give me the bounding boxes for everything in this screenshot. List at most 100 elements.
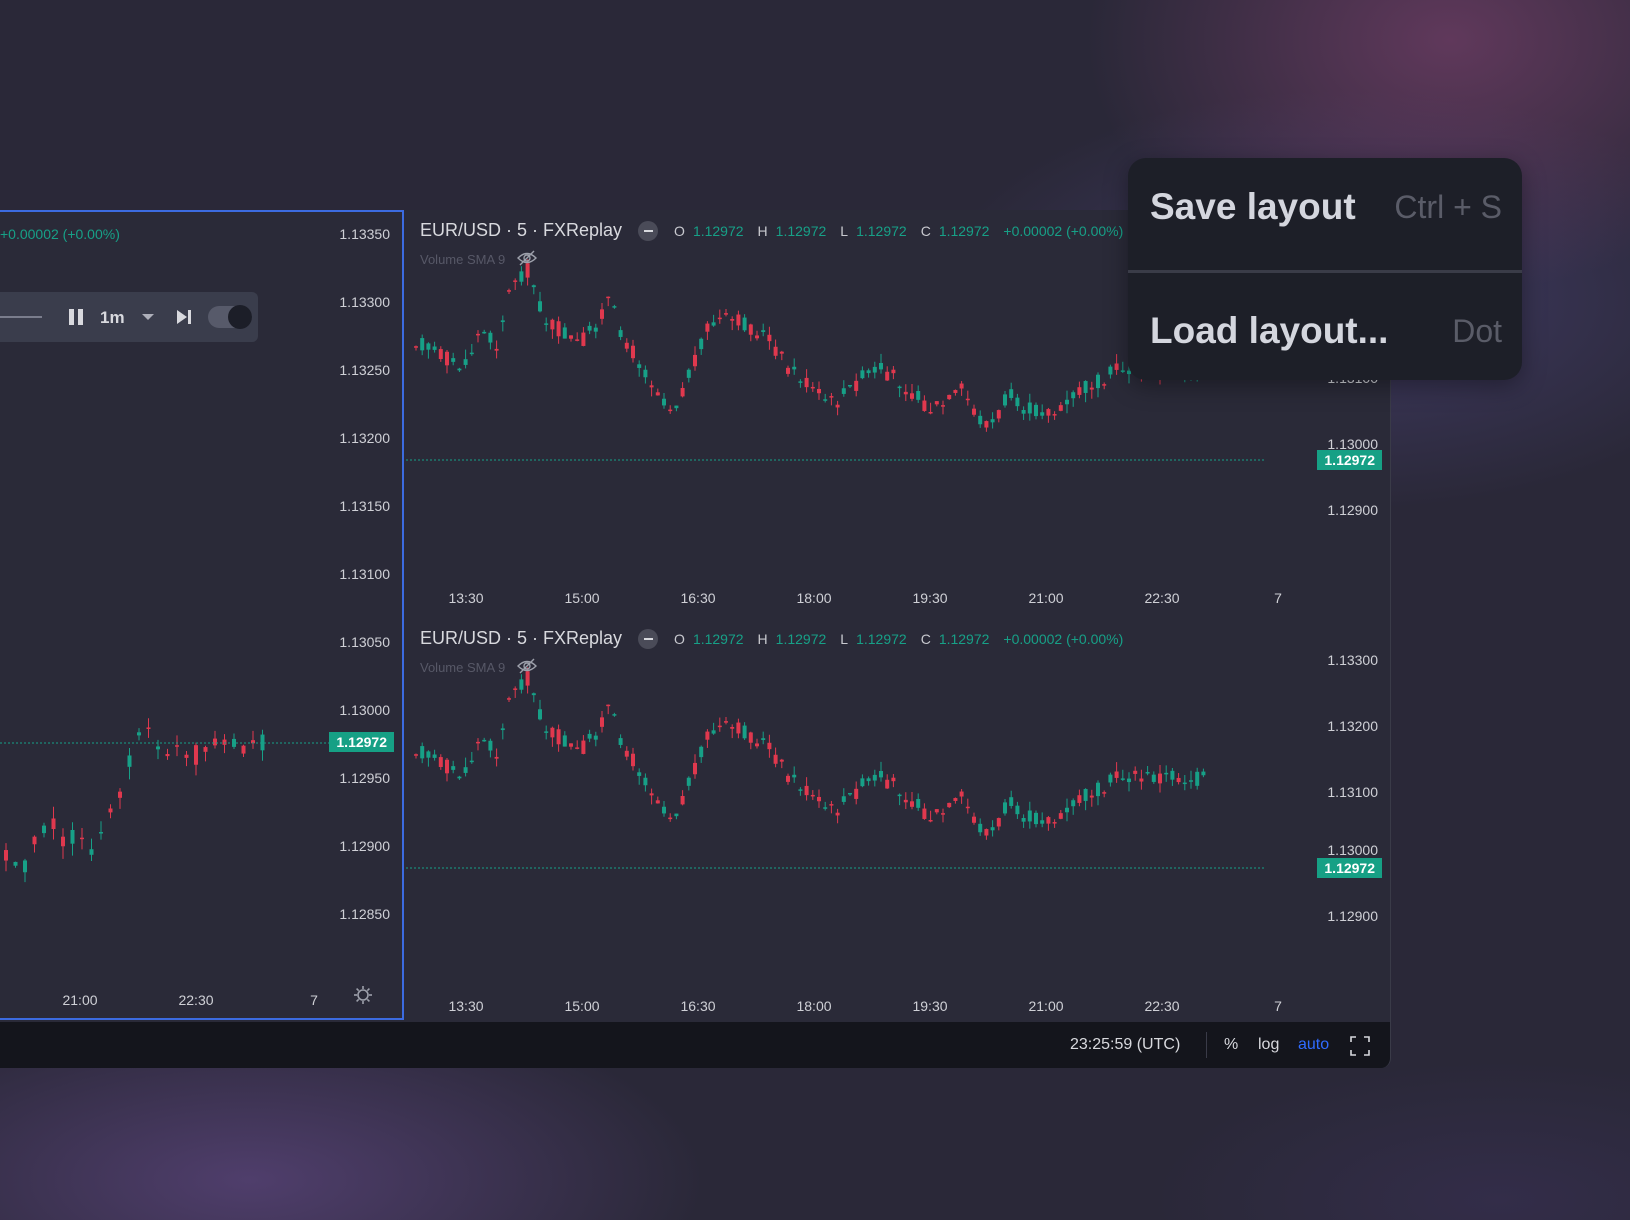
candle (476, 738, 480, 751)
price-axis-left[interactable]: 1.13350 1.13300 1.13250 1.13200 1.13150 1.131… (302, 212, 402, 1018)
time-axis-top[interactable]: 13:30 15:00 16:30 18:00 19:30 21:00 22:30 7 (406, 584, 1390, 614)
candle (755, 738, 759, 749)
candle (32, 835, 37, 853)
candle (1195, 767, 1200, 790)
candle (1003, 391, 1007, 408)
candle (984, 828, 989, 840)
candle (637, 768, 642, 785)
time-axis-left[interactable]: 21:00 22:30 7 (0, 986, 402, 1016)
candle (587, 729, 592, 743)
candle (829, 800, 834, 814)
candle (1176, 773, 1181, 785)
price-tick: 1.13200 (1327, 718, 1378, 734)
candle (631, 339, 635, 363)
candle (445, 757, 449, 782)
candle (891, 774, 896, 788)
replay-toggle[interactable] (208, 305, 252, 329)
candle (693, 346, 697, 371)
candle (742, 722, 747, 740)
time-tick: 16:30 (680, 998, 716, 1014)
auto-scale-toggle[interactable]: auto (1298, 1036, 1329, 1054)
settings-gear-icon[interactable] (352, 984, 374, 1006)
candle (655, 388, 660, 396)
candle (767, 326, 772, 350)
candle (693, 754, 697, 779)
candle (414, 753, 418, 759)
menu-item-save-layout[interactable]: Save layout Ctrl + S (1150, 186, 1502, 228)
candle (445, 349, 449, 374)
time-tick: 22:30 (1144, 998, 1180, 1014)
chart-panel-left[interactable]: +0.00002 (+0.00%) 1m 1.13350 1.13300 1.132… (0, 210, 404, 1020)
candle (972, 404, 976, 417)
time-tick: 22:30 (178, 992, 214, 1008)
candle (488, 738, 493, 758)
replay-speed[interactable]: 1m (100, 308, 125, 328)
candle (848, 792, 852, 796)
symbol-title[interactable]: EUR/USD · 5 · FXReplay (420, 220, 622, 241)
eye-hidden-icon[interactable] (517, 658, 538, 677)
candle (624, 338, 629, 353)
candle (724, 308, 728, 317)
candle (531, 692, 536, 703)
time-tick: 7 (1274, 998, 1282, 1014)
candle (1009, 382, 1014, 401)
candle (1096, 780, 1100, 806)
menu-item-load-layout[interactable]: Load layout... Dot (1150, 310, 1502, 352)
candle (1189, 770, 1193, 789)
candle (593, 323, 598, 339)
price-axis-bottom[interactable]: 1.13300 1.13200 1.13100 1.13000 1.12900 1.129… (1290, 618, 1390, 1022)
candle (438, 754, 443, 770)
chevron-down-icon[interactable] (142, 314, 154, 320)
step-forward-icon[interactable] (174, 307, 194, 327)
candle (451, 760, 456, 774)
indicator-label[interactable]: Volume SMA 9 (420, 660, 505, 675)
candle (835, 808, 840, 824)
utc-clock[interactable]: 23:25:59 (UTC) (1070, 1036, 1180, 1054)
candle (1120, 361, 1125, 374)
eye-hidden-icon[interactable] (517, 250, 538, 269)
collapse-legend-icon[interactable] (638, 628, 659, 649)
replay-toggle-knob (228, 305, 252, 329)
indicator-label[interactable]: Volume SMA 9 (420, 252, 505, 267)
candle (420, 334, 425, 356)
price-tick: 1.13050 (339, 634, 390, 650)
candle (686, 368, 691, 383)
candle (798, 379, 803, 388)
menu-divider (1128, 270, 1522, 273)
candle (941, 808, 945, 823)
candle (469, 343, 474, 356)
candle (1003, 799, 1007, 816)
candle (965, 390, 970, 406)
time-tick: 7 (1274, 590, 1282, 606)
candle (699, 745, 704, 763)
price-tick: 1.12900 (339, 838, 390, 854)
candle (990, 820, 995, 837)
candle (500, 315, 505, 332)
candle (469, 751, 474, 764)
candle (457, 367, 462, 373)
candle (1083, 380, 1088, 403)
panel-divider[interactable] (406, 614, 1390, 616)
time-axis-bottom[interactable]: 13:30 15:00 16:30 18:00 19:30 21:00 22:30 7 (406, 992, 1390, 1022)
candle (817, 381, 821, 400)
symbol-title[interactable]: EUR/USD · 5 · FXReplay (420, 628, 622, 649)
layout-context-menu: Save layout Ctrl + S Load layout... Dot (1128, 158, 1522, 380)
candle (600, 710, 604, 733)
candle (947, 802, 952, 809)
candle (854, 781, 859, 805)
fullscreen-icon[interactable] (1350, 1036, 1370, 1056)
candle (978, 410, 983, 428)
candle (736, 310, 741, 331)
log-scale-toggle[interactable]: log (1258, 1036, 1279, 1054)
candle (996, 817, 1001, 831)
collapse-legend-icon[interactable] (638, 220, 659, 241)
candle (137, 728, 141, 741)
chart-panel-bottom[interactable]: EUR/USD · 5 · FXReplay O 1.12972 H 1.12972… (406, 618, 1390, 1022)
percent-scale-toggle[interactable]: % (1224, 1036, 1238, 1054)
candle (934, 401, 939, 407)
pause-icon[interactable] (68, 307, 86, 327)
candle (779, 350, 784, 361)
candle (420, 742, 425, 764)
candle (1108, 772, 1113, 787)
candle (1145, 766, 1150, 776)
